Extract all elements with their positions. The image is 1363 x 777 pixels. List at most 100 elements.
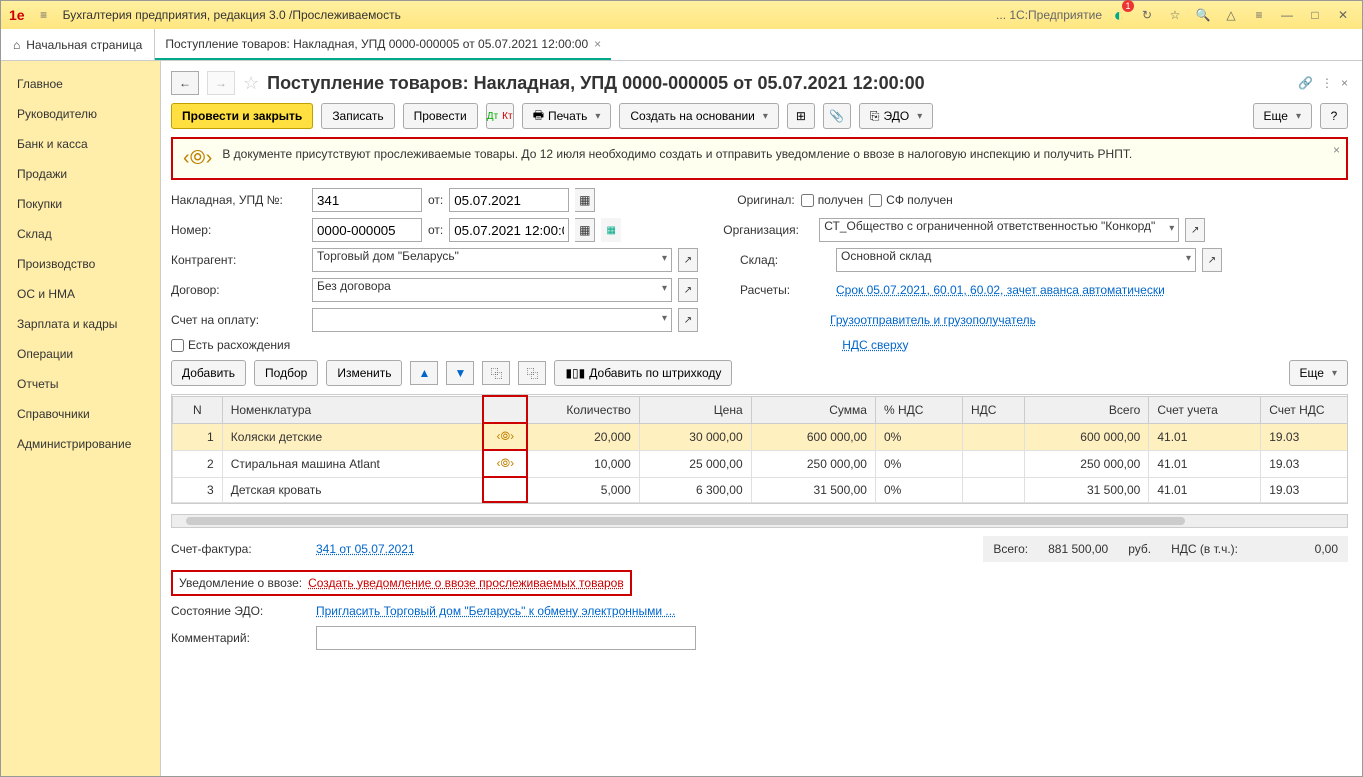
menu-icon[interactable]: ≡ — [33, 4, 55, 26]
contract-open-icon[interactable]: ↗ — [678, 278, 698, 302]
more-button[interactable]: Еще — [1253, 103, 1312, 129]
sidebar-item-references[interactable]: Справочники — [1, 399, 160, 429]
minimize-icon[interactable]: — — [1276, 4, 1298, 26]
create-based-button[interactable]: Создать на основании — [619, 103, 779, 129]
warehouse-select[interactable]: Основной склад — [836, 248, 1196, 272]
org-open-icon[interactable]: ↗ — [1185, 218, 1205, 242]
sidebar-item-payroll[interactable]: Зарплата и кадры — [1, 309, 160, 339]
table-row[interactable]: 3Детская кровать5,0006 300,0031 500,000%… — [173, 477, 1349, 502]
create-import-notice-link[interactable]: Создать уведомление о ввозе прослеживаем… — [308, 576, 624, 590]
calendar-icon-2[interactable]: ▦ — [575, 218, 595, 242]
sidebar-item-bank[interactable]: Банк и касса — [1, 129, 160, 159]
sidebar-item-warehouse[interactable]: Склад — [1, 219, 160, 249]
move-down-button[interactable]: ▼ — [446, 361, 474, 385]
add-row-button[interactable]: Добавить — [171, 360, 246, 386]
number-input[interactable] — [312, 218, 422, 242]
search-icon[interactable]: 🔍 — [1192, 4, 1214, 26]
print-button[interactable]: 🖶Печать — [522, 103, 612, 129]
banner-text: В документе присутствуют прослеживаемые … — [222, 147, 1132, 161]
attach-button[interactable]: 📎 — [823, 103, 851, 129]
doc-datetime-input[interactable] — [449, 218, 569, 242]
edo-state-link[interactable]: Пригласить Торговый дом "Беларусь" к обм… — [316, 604, 675, 618]
banner-close-icon[interactable]: × — [1333, 143, 1340, 157]
home-tab[interactable]: ⌂ Начальная страница — [1, 29, 155, 60]
invoice-order-open-icon[interactable]: ↗ — [678, 308, 698, 332]
post-and-close-button[interactable]: Провести и закрыть — [171, 103, 313, 129]
dtct-button[interactable]: ДтКт — [486, 103, 514, 129]
invoice-order-select[interactable] — [312, 308, 672, 332]
clock-icon[interactable]: ↻ — [1136, 4, 1158, 26]
invoice-date-input[interactable] — [449, 188, 569, 212]
org-select[interactable]: СТ_Общество с ограниченной ответственнос… — [819, 218, 1179, 242]
invoice-link[interactable]: 341 от 05.07.2021 — [316, 542, 415, 556]
datetime-ext-icon[interactable]: ▦ — [601, 218, 621, 242]
col-acc[interactable]: Счет учета — [1149, 396, 1261, 423]
trace-row-icon: ‹⦾› — [497, 456, 515, 470]
discrepancy-checkbox[interactable] — [171, 339, 184, 352]
warehouse-open-icon[interactable]: ↗ — [1202, 248, 1222, 272]
sidebar-item-main[interactable]: Главное — [1, 69, 160, 99]
sf-received-checkbox[interactable] — [869, 194, 882, 207]
logo-1c: 1e — [9, 7, 25, 23]
sidebar-item-admin[interactable]: Администрирование — [1, 429, 160, 459]
nav-back-button[interactable]: ← — [171, 71, 199, 95]
close-doc-icon[interactable]: × — [1341, 76, 1348, 90]
document-tab[interactable]: Поступление товаров: Накладная, УПД 0000… — [155, 29, 611, 60]
shipper-link[interactable]: Грузоотправитель и грузополучатель — [830, 313, 1036, 327]
table-more-button[interactable]: Еще — [1289, 360, 1348, 386]
close-window-icon[interactable]: ✕ — [1332, 4, 1354, 26]
col-nomenclature[interactable]: Номенклатура — [222, 396, 483, 423]
contract-select[interactable]: Без договора — [312, 278, 672, 302]
paste-rows-button[interactable]: ⿻ — [518, 361, 546, 385]
col-vat[interactable]: НДС — [962, 396, 1024, 423]
calc-link[interactable]: Срок 05.07.2021, 60.01, 60.02, зачет ава… — [836, 283, 1165, 297]
sidebar-item-reports[interactable]: Отчеты — [1, 369, 160, 399]
help-button[interactable]: ? — [1320, 103, 1348, 129]
col-sum[interactable]: Сумма — [751, 396, 875, 423]
sidebar-item-purchases[interactable]: Покупки — [1, 189, 160, 219]
favorite-icon[interactable]: ☆ — [243, 73, 259, 94]
sidebar-item-operations[interactable]: Операции — [1, 339, 160, 369]
nav-forward-button[interactable]: → — [207, 71, 235, 95]
post-button[interactable]: Провести — [403, 103, 478, 129]
structure-button[interactable]: ⊞ — [787, 103, 815, 129]
vat-link[interactable]: НДС сверху — [842, 338, 908, 352]
table-row[interactable]: 1Коляски детские‹⦾›20,00030 000,00600 00… — [173, 423, 1349, 450]
home-icon: ⌂ — [13, 38, 20, 52]
col-price[interactable]: Цена — [639, 396, 751, 423]
sidebar-item-sales[interactable]: Продажи — [1, 159, 160, 189]
col-vat-acc[interactable]: Счет НДС — [1261, 396, 1348, 423]
comment-input[interactable] — [316, 626, 696, 650]
notification-icon[interactable]: ◐ — [1108, 4, 1130, 26]
add-barcode-button[interactable]: ▮▯▮Добавить по штрихкоду — [554, 360, 732, 386]
star-icon[interactable]: ☆ — [1164, 4, 1186, 26]
counterparty-select[interactable]: Торговый дом "Беларусь" — [312, 248, 672, 272]
edo-button[interactable]: ⎘ЭДО — [859, 103, 933, 129]
maximize-icon[interactable]: □ — [1304, 4, 1326, 26]
calendar-icon-1[interactable]: ▦ — [575, 188, 595, 212]
save-button[interactable]: Записать — [321, 103, 394, 129]
more-icon[interactable]: ⋮ — [1321, 76, 1333, 90]
pick-button[interactable]: Подбор — [254, 360, 318, 386]
col-n[interactable]: N — [173, 396, 223, 423]
titlebar: 1e ≡ Бухгалтерия предприятия, редакция 3… — [1, 1, 1362, 29]
settings-icon[interactable]: ≡ — [1248, 4, 1270, 26]
invoice-num-input[interactable] — [312, 188, 422, 212]
table-row[interactable]: 2Стиральная машина Atlant‹⦾›10,00025 000… — [173, 450, 1349, 477]
invoice-order-label: Счет на оплату: — [171, 313, 306, 327]
counterparty-open-icon[interactable]: ↗ — [678, 248, 698, 272]
received-checkbox[interactable] — [801, 194, 814, 207]
move-up-button[interactable]: ▲ — [410, 361, 438, 385]
col-total[interactable]: Всего — [1025, 396, 1149, 423]
table-scrollbar[interactable] — [171, 514, 1348, 528]
link-icon[interactable]: 🔗 — [1298, 76, 1313, 90]
tab-close-icon[interactable]: × — [594, 37, 601, 51]
edit-row-button[interactable]: Изменить — [326, 360, 402, 386]
sidebar-item-assets[interactable]: ОС и НМА — [1, 279, 160, 309]
sidebar-item-manager[interactable]: Руководителю — [1, 99, 160, 129]
sidebar-item-production[interactable]: Производство — [1, 249, 160, 279]
col-vat-pct[interactable]: % НДС — [875, 396, 962, 423]
col-qty[interactable]: Количество — [527, 396, 639, 423]
copy-rows-button[interactable]: ⿻ — [482, 361, 510, 385]
bell-icon[interactable]: △ — [1220, 4, 1242, 26]
